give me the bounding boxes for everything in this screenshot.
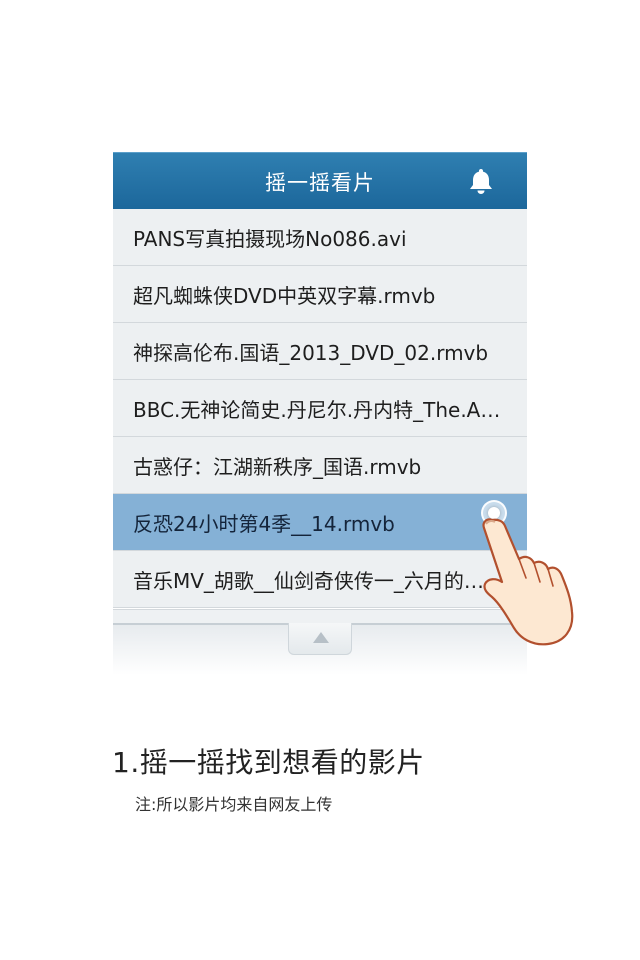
file-name: 超凡蜘蛛侠DVD中英双字幕.rmvb [133,284,436,308]
file-list: PANS写真拍摄现场No086.avi 超凡蜘蛛侠DVD中英双字幕.rmvb 神探高… [113,209,527,608]
list-footer [113,609,527,624]
bell-icon[interactable] [466,166,496,196]
page-title: 摇一摇看片 [265,171,375,195]
list-item[interactable]: BBC.无神论简史.丹尼尔.丹内特_The.A… [113,380,527,437]
step-caption: 1.摇一摇找到想看的影片 [112,746,425,779]
list-item[interactable]: PANS写真拍摄现场No086.avi [113,209,527,266]
list-item[interactable]: 反恐24小时第4季__14.rmvb [113,494,527,551]
pointing-hand-icon [482,518,574,646]
list-item[interactable]: 古惑仔：江湖新秩序_国语.rmvb [113,437,527,494]
file-name: BBC.无神论简史.丹尼尔.丹内特_The.A… [133,398,501,422]
step-note: 注:所以影片均来自网友上传 [135,795,333,814]
pull-up-tab[interactable] [288,623,352,655]
file-name: 反恐24小时第4季__14.rmvb [133,512,395,536]
tutorial-page: 摇一摇看片 PANS写真拍摄现场No086.avi 超凡蜘蛛侠DVD中英双字幕.r… [0,0,640,960]
list-item[interactable]: 神探高伦布.国语_2013_DVD_02.rmvb [113,323,527,380]
app-preview-panel: 摇一摇看片 PANS写真拍摄现场No086.avi 超凡蜘蛛侠DVD中英双字幕.r… [113,152,527,675]
arrow-up-icon [313,632,329,643]
list-item[interactable]: 超凡蜘蛛侠DVD中英双字幕.rmvb [113,266,527,323]
list-item[interactable]: 音乐MV_胡歌__仙剑奇侠传一_六月的… [113,551,527,608]
file-name: PANS写真拍摄现场No086.avi [133,227,407,251]
file-name: 古惑仔：江湖新秩序_国语.rmvb [133,455,422,479]
nav-bar: 摇一摇看片 [113,152,527,209]
file-name: 神探高伦布.国语_2013_DVD_02.rmvb [133,341,489,365]
file-name: 音乐MV_胡歌__仙剑奇侠传一_六月的… [133,569,484,593]
